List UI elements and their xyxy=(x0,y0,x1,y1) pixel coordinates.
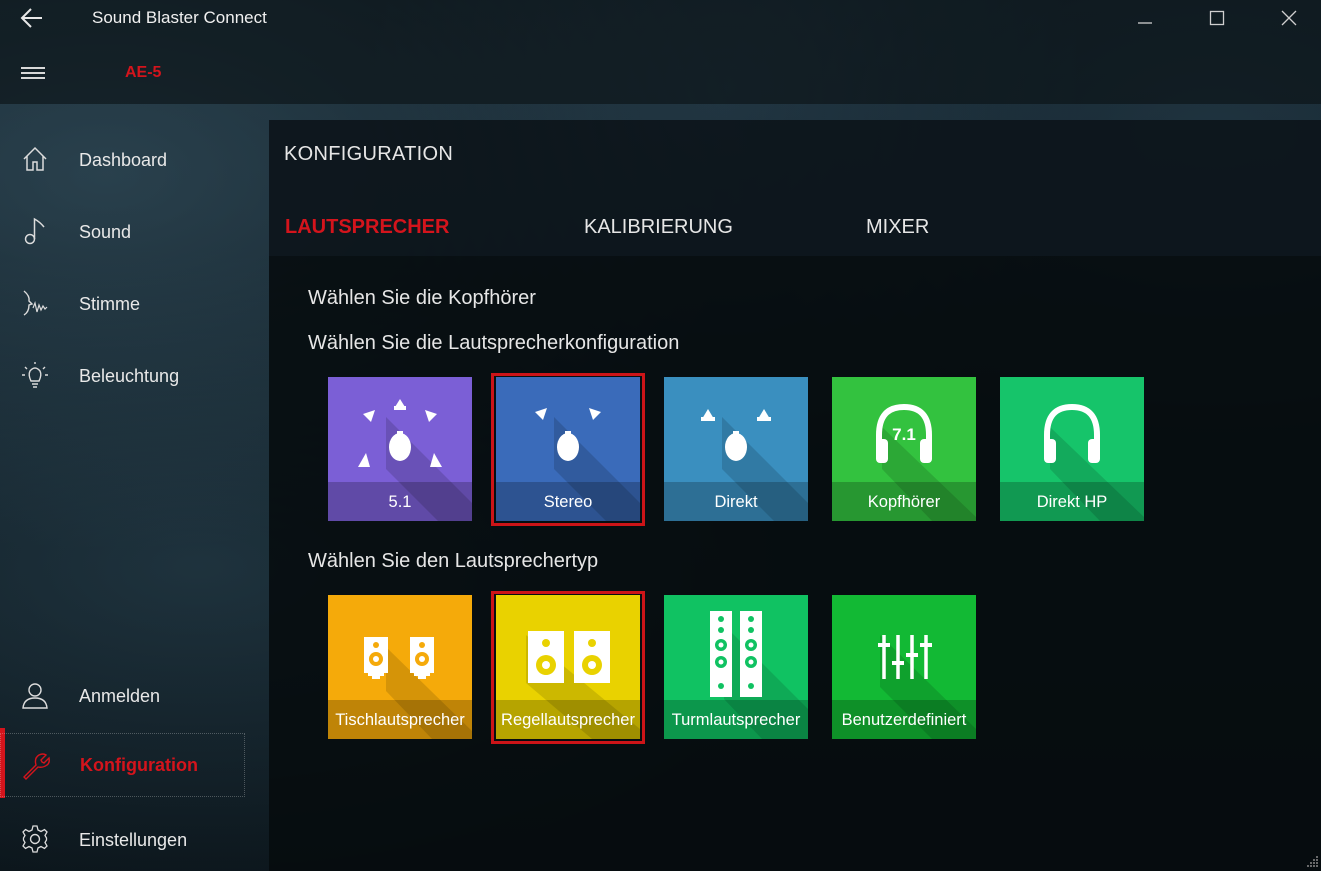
tile-label: Stereo xyxy=(496,482,640,521)
sidebar-item-voice[interactable]: Stimme xyxy=(0,276,245,332)
sidebar: Dashboard Sound Stimme Beleuchtung Anmel… xyxy=(0,104,270,871)
menu-button[interactable] xyxy=(20,64,46,84)
back-button[interactable] xyxy=(18,4,46,32)
type-tile-tower[interactable]: Turmlautsprecher xyxy=(664,595,808,739)
sidebar-item-lighting[interactable]: Beleuchtung xyxy=(0,348,245,404)
tab-speakers[interactable]: LAUTSPRECHER xyxy=(285,216,449,239)
config-tile-5-1[interactable]: 5.1 xyxy=(328,377,472,521)
app-title: Sound Blaster Connect xyxy=(92,8,267,27)
sidebar-item-label: Anmelden xyxy=(79,685,161,706)
sidebar-item-label: Stimme xyxy=(79,293,141,314)
direct-icon xyxy=(701,409,771,461)
speaker-config-section-label: Wählen Sie die Lautsprecherkonfiguration xyxy=(308,332,680,354)
speaker-type-section-label: Wählen Sie den Lautsprechertyp xyxy=(308,550,599,572)
wrench-icon xyxy=(23,753,50,780)
maximize-icon xyxy=(1209,10,1225,26)
tab-mixer[interactable]: MIXER xyxy=(866,216,929,239)
desktop-speaker-icon xyxy=(364,637,434,679)
device-name: AE-5 xyxy=(125,64,162,81)
close-button[interactable] xyxy=(1275,4,1303,32)
music-note-icon xyxy=(24,217,45,245)
user-icon xyxy=(22,683,48,709)
voice-icon xyxy=(23,290,48,316)
headphones-section-label[interactable]: Wählen Sie die Kopfhörer xyxy=(308,287,536,310)
headphones-7-1-icon: 7.1 xyxy=(876,403,932,463)
main-content: KONFIGURATION LAUTSPRECHER KALIBRIERUNG … xyxy=(269,120,1321,871)
sidebar-item-label: Sound xyxy=(79,221,132,242)
page-title: KONFIGURATION xyxy=(284,143,454,165)
minimize-button[interactable] xyxy=(1131,4,1159,32)
stereo-icon xyxy=(535,408,601,461)
hamburger-icon xyxy=(21,67,45,79)
tile-label: Benutzerdefiniert xyxy=(832,700,976,739)
sidebar-item-dashboard[interactable]: Dashboard xyxy=(0,132,245,188)
arrow-left-icon xyxy=(20,8,42,28)
tile-label: 5.1 xyxy=(328,482,472,521)
sidebar-item-label: Konfiguration xyxy=(80,754,198,775)
type-tile-bookshelf[interactable]: Regellautsprecher xyxy=(496,595,640,739)
bookshelf-speaker-icon xyxy=(528,631,610,683)
sidebar-item-label: Dashboard xyxy=(79,149,168,170)
config-tile-direct-hp[interactable]: Direkt HP xyxy=(1000,377,1144,521)
title-bar: Sound Blaster Connect AE-5 xyxy=(0,0,1321,104)
tile-label: Kopfhörer xyxy=(832,482,976,521)
sidebar-item-label: Einstellungen xyxy=(79,829,188,850)
sidebar-item-sign-in[interactable]: Anmelden xyxy=(0,668,245,724)
sidebar-item-settings[interactable]: Einstellungen xyxy=(0,812,245,868)
maximize-button[interactable] xyxy=(1203,4,1231,32)
tile-label: Regellautsprecher xyxy=(496,700,640,739)
close-icon xyxy=(1281,10,1297,26)
tab-calibration[interactable]: KALIBRIERUNG xyxy=(584,216,733,239)
config-tile-direct[interactable]: Direkt xyxy=(664,377,808,521)
custom-sliders-icon xyxy=(878,635,932,679)
minimize-icon xyxy=(1138,22,1152,24)
gear-icon xyxy=(22,825,48,853)
config-tile-headphones[interactable]: 7.1 Kopfhörer xyxy=(832,377,976,521)
tower-speaker-icon xyxy=(710,611,762,697)
headphones-icon xyxy=(1044,403,1100,463)
sidebar-item-sound[interactable]: Sound xyxy=(0,204,245,260)
sidebar-item-label: Beleuchtung xyxy=(79,365,180,386)
resize-grip-icon[interactable] xyxy=(1305,855,1319,869)
home-icon xyxy=(23,146,47,171)
tile-label: Turmlautsprecher xyxy=(664,700,808,739)
tile-label: Direkt HP xyxy=(1000,482,1144,521)
content-header: KONFIGURATION LAUTSPRECHER KALIBRIERUNG … xyxy=(269,120,1321,256)
type-tile-custom[interactable]: Benutzerdefiniert xyxy=(832,595,976,739)
config-tile-stereo[interactable]: Stereo xyxy=(496,377,640,521)
lightbulb-icon xyxy=(22,362,48,388)
tile-label: Direkt xyxy=(664,482,808,521)
sidebar-item-configuration[interactable]: Konfiguration xyxy=(0,733,245,797)
svg-text:7.1: 7.1 xyxy=(892,425,916,444)
type-tile-desktop[interactable]: Tischlautsprecher xyxy=(328,595,472,739)
tile-label: Tischlautsprecher xyxy=(328,700,472,739)
surround-5-1-icon xyxy=(358,399,442,467)
